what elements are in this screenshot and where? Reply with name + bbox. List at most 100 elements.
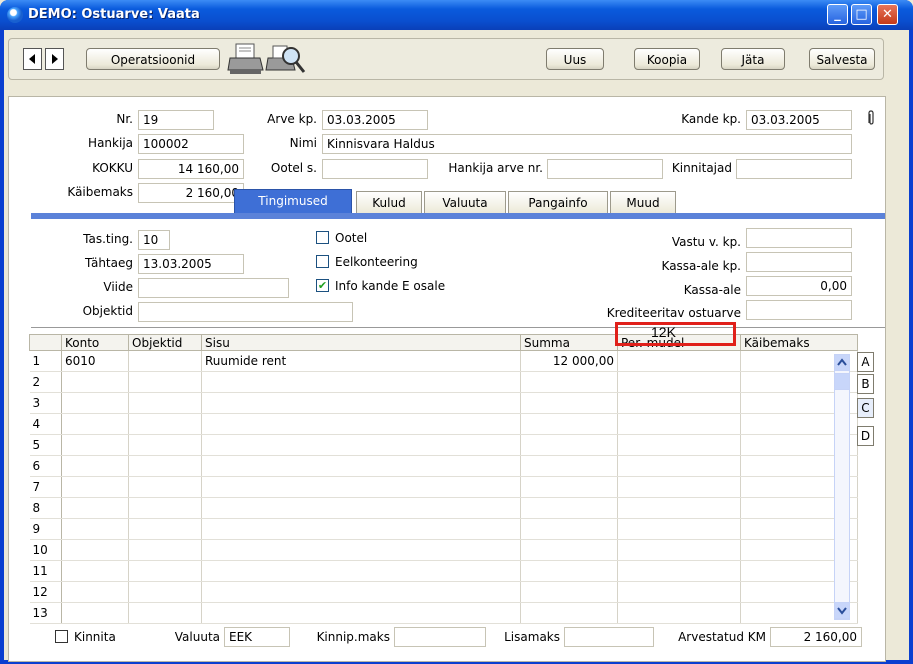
due-date-field[interactable]: 13.03.2005	[138, 254, 244, 274]
cell-konto[interactable]	[61, 434, 129, 456]
cell-objektid[interactable]	[128, 434, 202, 456]
operations-button[interactable]: Operatsioonid	[86, 48, 220, 70]
cell-summa[interactable]	[520, 476, 618, 498]
cell-objektid[interactable]	[128, 560, 202, 582]
table-row[interactable]: 13	[29, 602, 858, 624]
objects-field[interactable]	[138, 302, 353, 322]
total-field[interactable]: 14 160,00	[138, 159, 244, 179]
grid-scrollbar[interactable]	[834, 354, 850, 620]
vat-field[interactable]: 2 160,00	[138, 183, 244, 203]
cell-objektid[interactable]	[128, 392, 202, 414]
save-button[interactable]: Salvesta	[809, 48, 875, 70]
table-row[interactable]: 10	[29, 539, 858, 561]
cell-sisu[interactable]	[201, 560, 521, 582]
cell-sisu[interactable]	[201, 476, 521, 498]
cell-summa[interactable]	[520, 455, 618, 477]
tab-currency[interactable]: Valuuta	[424, 191, 506, 213]
waiting-checkbox[interactable]	[316, 231, 329, 244]
extra-tax-field[interactable]	[564, 627, 654, 647]
col-header-konto[interactable]: Konto	[61, 334, 129, 351]
credited-invoice-field[interactable]	[746, 300, 852, 320]
cell-objektid[interactable]	[128, 602, 202, 624]
cell-per-mudel[interactable]	[617, 350, 741, 372]
cell-objektid[interactable]	[128, 518, 202, 540]
cell-sisu[interactable]	[201, 602, 521, 624]
cell-konto[interactable]	[61, 476, 129, 498]
print-preview-icon[interactable]	[265, 42, 309, 79]
cell-summa[interactable]: 12 000,00	[520, 350, 618, 372]
cell-per-mudel[interactable]	[617, 539, 741, 561]
cell-objektid[interactable]	[128, 455, 202, 477]
cell-per-mudel[interactable]	[617, 371, 741, 393]
cell-summa[interactable]	[520, 392, 618, 414]
table-row[interactable]: 4	[29, 413, 858, 435]
cell-summa[interactable]	[520, 434, 618, 456]
approvers-field[interactable]	[736, 159, 852, 179]
received-date-field[interactable]	[746, 228, 852, 248]
cell-sisu[interactable]	[201, 581, 521, 603]
cell-objektid[interactable]	[128, 539, 202, 561]
cell-per-mudel[interactable]	[617, 455, 741, 477]
side-button-b[interactable]: B	[857, 374, 874, 394]
tab-bank-info[interactable]: Pangainfo	[508, 191, 608, 213]
preaccount-checkbox[interactable]	[316, 255, 329, 268]
approve-checkbox[interactable]	[55, 630, 68, 643]
cell-sisu[interactable]	[201, 497, 521, 519]
cell-per-mudel[interactable]	[617, 560, 741, 582]
cell-sisu[interactable]: Ruumide rent	[201, 350, 521, 372]
cell-sisu[interactable]	[201, 539, 521, 561]
entry-date-field[interactable]: 03.03.2005	[746, 110, 852, 130]
cell-konto[interactable]	[61, 602, 129, 624]
name-field[interactable]: Kinnisvara Haldus	[322, 134, 852, 154]
prev-record-button[interactable]	[23, 48, 42, 70]
minimize-button[interactable]: _	[827, 4, 848, 25]
supplier-invoice-field[interactable]	[547, 159, 663, 179]
table-row[interactable]: 6	[29, 455, 858, 477]
tab-terms[interactable]: Tingimused	[234, 189, 352, 213]
table-row[interactable]: 5	[29, 434, 858, 456]
cell-summa[interactable]	[520, 518, 618, 540]
info-checkbox[interactable]: ✔	[316, 279, 329, 292]
cell-per-mudel[interactable]	[617, 497, 741, 519]
side-button-c[interactable]: C	[857, 398, 874, 418]
close-button[interactable]: ✕	[877, 4, 898, 25]
cell-objektid[interactable]	[128, 350, 202, 372]
cell-per-mudel[interactable]	[617, 602, 741, 624]
cell-sisu[interactable]	[201, 371, 521, 393]
cell-summa[interactable]	[520, 497, 618, 519]
reference-field[interactable]	[138, 278, 289, 298]
tab-other[interactable]: Muud	[610, 191, 676, 213]
invoice-date-field[interactable]: 03.03.2005	[322, 110, 428, 130]
cell-konto[interactable]	[61, 560, 129, 582]
table-row[interactable]: 8	[29, 497, 858, 519]
scroll-up-button[interactable]	[834, 354, 850, 371]
waiting-field[interactable]	[322, 159, 428, 179]
cell-summa[interactable]	[520, 371, 618, 393]
cell-objektid[interactable]	[128, 581, 202, 603]
scroll-down-button[interactable]	[834, 602, 850, 619]
cell-sisu[interactable]	[201, 434, 521, 456]
cell-objektid[interactable]	[128, 371, 202, 393]
cell-per-mudel[interactable]	[617, 518, 741, 540]
cell-per-mudel[interactable]	[617, 413, 741, 435]
nr-field[interactable]: 19	[138, 110, 214, 130]
cell-konto[interactable]	[61, 539, 129, 561]
calculated-vat-field[interactable]: 2 160,00	[770, 627, 862, 647]
cell-sisu[interactable]	[201, 413, 521, 435]
table-row[interactable]: 7	[29, 476, 858, 498]
col-header-summa[interactable]: Summa	[520, 334, 618, 351]
cell-konto[interactable]	[61, 371, 129, 393]
cell-konto[interactable]	[61, 497, 129, 519]
skip-button[interactable]: Jäta	[721, 48, 785, 70]
payment-terms-field[interactable]: 10	[138, 230, 170, 250]
col-header-objektid[interactable]: Objektid	[128, 334, 202, 351]
cell-objektid[interactable]	[128, 476, 202, 498]
cell-konto[interactable]	[61, 581, 129, 603]
cell-summa[interactable]	[520, 539, 618, 561]
discount-field[interactable]: 0,00	[746, 276, 852, 296]
cell-objektid[interactable]	[128, 497, 202, 519]
cell-objektid[interactable]	[128, 413, 202, 435]
cell-per-mudel[interactable]	[617, 581, 741, 603]
cell-konto[interactable]	[61, 518, 129, 540]
cell-konto[interactable]	[61, 455, 129, 477]
